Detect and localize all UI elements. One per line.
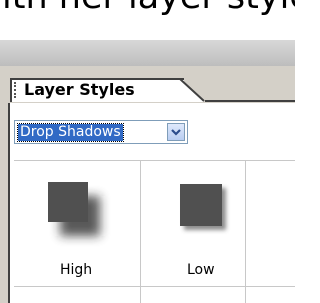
palette-titlebar[interactable] bbox=[0, 40, 295, 67]
preset-label-high: High bbox=[60, 262, 93, 278]
drop-shadow-high-icon bbox=[48, 182, 100, 236]
tab-edge bbox=[170, 78, 205, 102]
grip-icon[interactable] bbox=[14, 82, 19, 98]
tab-label: Layer Styles bbox=[24, 80, 135, 99]
tab-baseline bbox=[205, 100, 295, 102]
style-set-select[interactable]: Drop Shadows bbox=[14, 120, 188, 144]
grid-top-line bbox=[14, 160, 295, 161]
grid-bottom-line bbox=[14, 286, 295, 287]
grid-divider bbox=[140, 161, 141, 303]
caption-text: ith her layer style p bbox=[2, 0, 295, 19]
background-caption: ith her layer style p bbox=[0, 0, 295, 40]
style-set-select-value: Drop Shadows bbox=[17, 123, 124, 142]
preset-label-low: Low bbox=[187, 262, 215, 278]
chevron-down-icon[interactable] bbox=[167, 123, 185, 141]
drop-shadow-low-icon bbox=[180, 184, 226, 230]
